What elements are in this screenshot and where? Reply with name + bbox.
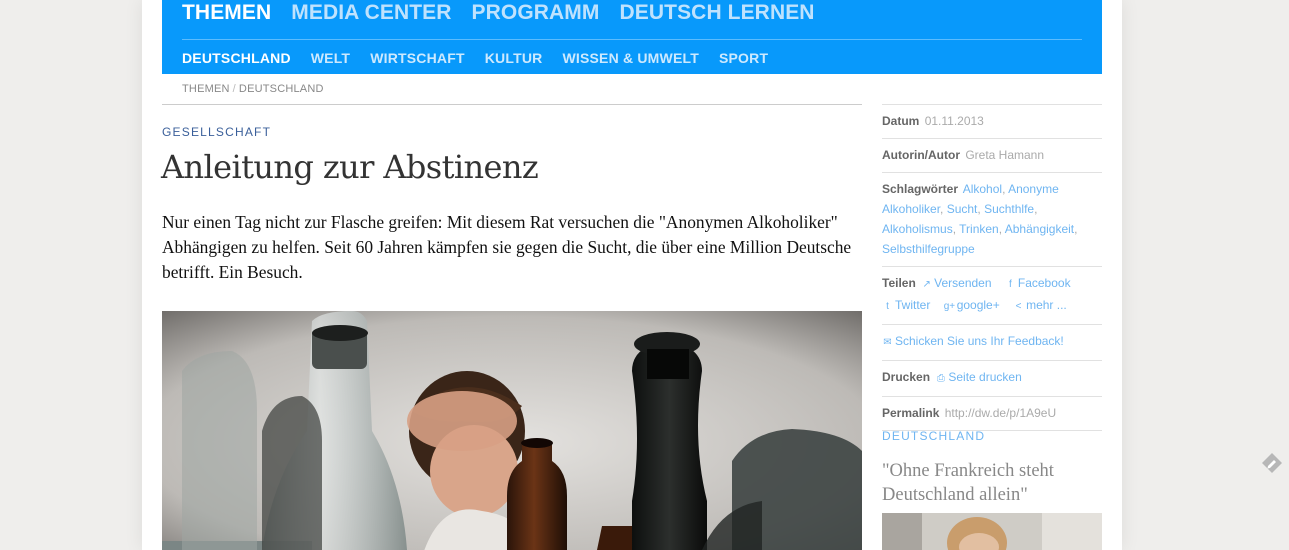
breadcrumb: THEMEN / DEUTSCHLAND [182,83,324,95]
share-label: Teilen [882,276,916,290]
author-label: Autorin/Autor [882,148,960,162]
mail-icon: ✉ [883,337,892,348]
permalink-value[interactable]: http://dw.de/p/1A9eU [945,406,1056,420]
share-twitter-link[interactable]: Twitter [895,298,930,312]
breadcrumb-separator: / [232,83,236,95]
tag-link[interactable]: Suchthlfe [984,202,1034,216]
tag-link[interactable]: Abhängigkeit [1005,222,1074,236]
share-send-link[interactable]: Versenden [934,276,991,290]
print-label: Drucken [882,370,931,384]
nav-deutsch-lernen[interactable]: DEUTSCH LERNEN [620,1,815,25]
tag-link[interactable]: Trinken [959,222,999,236]
related-kicker[interactable]: DEUTSCHLAND [882,429,985,443]
author-value: Greta Hamann [965,148,1045,162]
share-icon: < [1015,301,1022,312]
meta-author: Autorin/Autor Greta Hamann [882,138,1102,172]
subnav-sport[interactable]: SPORT [719,50,768,66]
content-divider [162,104,862,105]
date-label: Datum [882,114,920,128]
page: THEMEN MEDIA CENTER PROGRAMM DEUTSCH LER… [142,0,1122,550]
meta-tags: Schlagwörter Alkohol, Anonyme Alkoholike… [882,172,1102,266]
permalink-label: Permalink [882,406,940,420]
subnav-wirtschaft[interactable]: WIRTSCHAFT [370,50,465,66]
meta-date: Datum 01.11.2013 [882,104,1102,138]
share-more-link[interactable]: mehr ... [1026,298,1067,312]
meta-share: Teilen ↗ Versenden f Facebook t Twitter g+ g… [882,266,1102,324]
subnav-kultur[interactable]: KULTUR [485,50,543,66]
date-value: 01.11.2013 [924,114,984,128]
external-link-icon: ↗ [922,279,931,290]
sub-nav: DEUTSCHLAND WELT WIRTSCHAFT KULTUR WISSE… [182,50,788,66]
tag-link[interactable]: Alkohol [963,182,1002,196]
breadcrumb-themen[interactable]: THEMEN [182,83,230,95]
article-headline: Anleitung zur Abstinenz [161,148,539,186]
article-meta-sidebar: Datum 01.11.2013 Autorin/Autor Greta Ham… [882,104,1102,431]
subnav-welt[interactable]: WELT [311,50,350,66]
related-article-title[interactable]: "Ohne Frankreich steht Deutschland allei… [882,459,1102,507]
related-thumb-illustration [882,513,1102,550]
printer-icon: ⎙ [936,373,945,384]
breadcrumb-deutschland[interactable]: DEUTSCHLAND [239,83,324,95]
nav-media-center[interactable]: MEDIA CENTER [291,1,451,25]
article-hero-image[interactable] [162,311,862,550]
meta-feedback: ✉ Schicken Sie uns Ihr Feedback! [882,324,1102,360]
facebook-icon: f [1008,279,1012,290]
hero-photo-illustration [162,311,862,550]
nav-themen[interactable]: THEMEN [182,1,271,25]
meta-print: Drucken ⎙ Seite drucken [882,360,1102,396]
top-navigation: THEMEN MEDIA CENTER PROGRAMM DEUTSCH LER… [162,0,1102,74]
print-link[interactable]: Seite drucken [948,370,1021,384]
article-teaser: Nur einen Tag nicht zur Flasche greifen:… [162,212,852,282]
main-nav: THEMEN MEDIA CENTER PROGRAMM DEUTSCH LER… [182,1,835,25]
nav-programm[interactable]: PROGRAMM [472,1,600,25]
feedback-link[interactable]: Schicken Sie uns Ihr Feedback! [895,334,1064,348]
related-article-thumbnail[interactable] [882,513,1102,550]
article-kicker[interactable]: GESELLSCHAFT [162,125,271,139]
tags-label: Schlagwörter [882,182,959,196]
google-plus-icon: g+ [943,301,956,312]
share-facebook-link[interactable]: Facebook [1018,276,1071,290]
tag-link[interactable]: Selbsthilfegruppe [882,242,975,256]
tag-link[interactable]: Sucht [947,202,978,216]
subnav-wissen-umwelt[interactable]: WISSEN & UMWELT [562,50,699,66]
nav-divider [182,39,1082,40]
twitter-icon: t [886,301,889,312]
meta-permalink: Permalink http://dw.de/p/1A9eU [882,396,1102,431]
subnav-deutschland[interactable]: DEUTSCHLAND [182,50,291,66]
pencil-icon[interactable] [1261,452,1283,474]
share-google-link[interactable]: google+ [957,298,1000,312]
tag-link[interactable]: Alkoholismus [882,222,953,236]
